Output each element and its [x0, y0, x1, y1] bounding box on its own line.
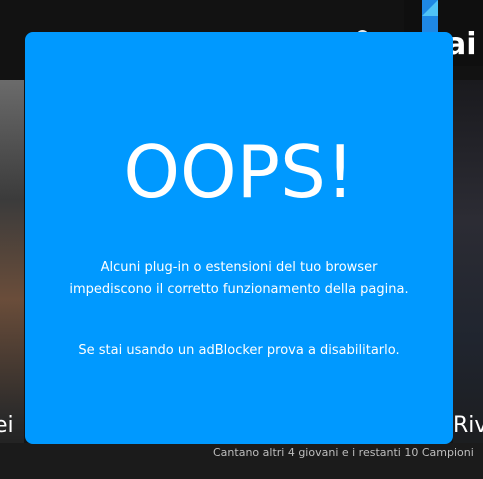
modal-title: OOPS! — [123, 130, 355, 214]
hero-caption-subtitle: Cantano altri 4 giovani e i restanti 10 … — [213, 446, 474, 459]
hero-caption-left[interactable]: ei — [0, 412, 24, 440]
hero-caption-right[interactable]: Riv — [453, 412, 483, 440]
adblock-warning-modal: OOPS! Alcuni plug-in o estensioni del tu… — [25, 32, 453, 444]
modal-adblock-hint: Se stai usando un adBlocker prova a disa… — [78, 343, 400, 358]
modal-message: Alcuni plug-in o estensioni del tuo brow… — [69, 260, 409, 297]
